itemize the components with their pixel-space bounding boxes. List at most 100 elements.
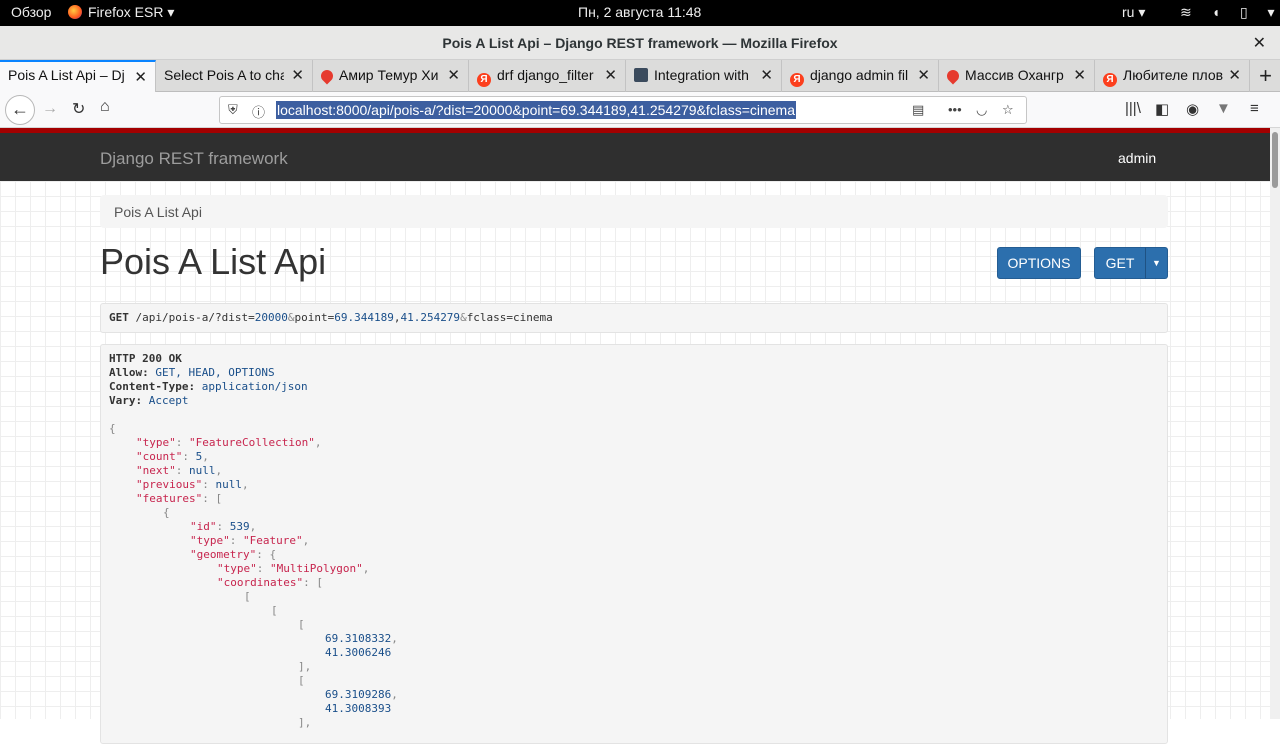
json-line-id: "id": 539, xyxy=(190,520,257,533)
drf-brand-link[interactable]: Django REST framework xyxy=(100,149,288,169)
clock[interactable]: Пн, 2 августа 11:48 xyxy=(578,4,701,20)
reader-view-icon[interactable]: ▤ xyxy=(912,102,924,118)
json-bracket: [ xyxy=(298,618,305,631)
close-icon[interactable]: ✕ xyxy=(443,66,460,84)
json-brace: { xyxy=(163,506,170,519)
request-info: GET /api/pois-a/?dist=20000 & point=69.344… xyxy=(100,303,1168,333)
json-line-features: "features": [ xyxy=(136,492,223,505)
close-icon[interactable]: ✕ xyxy=(913,66,930,84)
get-button[interactable]: GET xyxy=(1094,247,1146,279)
json-key: "type" xyxy=(136,436,176,449)
app-menu-label: Firefox ESR ▾ xyxy=(88,4,175,20)
window-close-button[interactable]: ✕ xyxy=(1253,33,1266,53)
account-icon[interactable]: ◉ xyxy=(1186,100,1199,118)
request-amp: & xyxy=(460,311,467,324)
json-coordinate-value: 41.3008393 xyxy=(325,702,392,715)
tab-drf-django-filter[interactable]: Яdrf django_filter ✕ xyxy=(469,60,626,92)
close-icon[interactable]: ✕ xyxy=(600,66,617,84)
window-title: Pois A List Api – Django REST framework … xyxy=(442,35,838,51)
json-value: null xyxy=(189,464,216,477)
close-icon[interactable]: ✕ xyxy=(1069,66,1086,84)
forward-button[interactable]: → xyxy=(42,100,58,118)
page-content: Pois A List Api Pois A List Api OPTIONS … xyxy=(0,181,1270,744)
tab-select-pois[interactable]: Select Pois A to cha ✕ xyxy=(156,60,313,92)
json-line-type: "type": "FeatureCollection", xyxy=(136,436,322,449)
json-coordinate-value: 69.3109286, xyxy=(325,688,398,701)
options-button[interactable]: OPTIONS xyxy=(997,247,1081,279)
pocket-icon[interactable]: ◡ xyxy=(976,102,987,118)
request-dist: 20000 xyxy=(254,311,288,324)
json-value: "FeatureCollection" xyxy=(189,436,315,449)
json-key: "geometry" xyxy=(190,548,257,561)
tab-integration[interactable]: Integration with ✕ xyxy=(626,60,782,92)
url-text[interactable]: localhost:8000/api/pois-a/?dist=20000&po… xyxy=(276,101,796,119)
json-line-count: "count": 5, xyxy=(136,450,209,463)
tab-lyubiteli-plova[interactable]: Я Любителе плов ✕ xyxy=(1095,60,1250,92)
close-icon[interactable]: ✕ xyxy=(756,66,773,84)
json-value: null xyxy=(215,478,242,491)
system-tray[interactable]: ≋ ◖ ▯ ▾ xyxy=(1180,4,1280,21)
scrollbar-thumb[interactable] xyxy=(1272,132,1278,188)
menu-icon[interactable]: ≡ xyxy=(1250,100,1259,117)
json-line-next: "next": null, xyxy=(136,464,223,477)
json-value: "Feature" xyxy=(243,534,303,547)
header-key: Vary: xyxy=(109,394,143,407)
breadcrumb-item[interactable]: Pois A List Api xyxy=(114,204,202,220)
tab-massiv-okhangaron[interactable]: Массив Охангр ✕ xyxy=(939,60,1095,92)
app-menu[interactable]: Firefox ESR ▾ xyxy=(68,4,174,21)
navigation-toolbar: ← → ↻ ⌂ ⛨ ⓘ localhost:8000/api/pois-a/?d… xyxy=(0,92,1280,128)
tab-label: Массив Охангр xyxy=(965,67,1064,83)
tab-amir-temur[interactable]: Амир Темур Хи ✕ xyxy=(313,60,469,92)
json-number: 69.3109286 xyxy=(325,688,392,701)
breadcrumb: Pois A List Api xyxy=(100,195,1168,228)
new-tab-button[interactable]: + xyxy=(1259,63,1272,89)
drf-navbar: Django REST framework admin xyxy=(0,133,1270,181)
info-icon[interactable]: ⓘ xyxy=(252,102,265,121)
json-close-bracket: ], xyxy=(298,716,312,729)
sidebar-icon[interactable]: ◧ xyxy=(1155,100,1169,118)
response-header-allow: Allow: GET, HEAD, OPTIONS xyxy=(109,366,275,379)
json-bracket: [ xyxy=(244,590,251,603)
shield-icon[interactable]: ⛨ xyxy=(228,102,238,118)
json-key: "previous" xyxy=(136,478,203,491)
json-coordinate-value: 69.3108332, xyxy=(325,632,398,645)
close-icon[interactable]: ✕ xyxy=(130,68,147,86)
json-bracket: [ xyxy=(215,492,223,505)
tab-pois-a-list[interactable]: Pois A List Api – Dj ✕ xyxy=(0,60,156,92)
request-point-lat: 41.254279 xyxy=(400,311,461,324)
tab-label: django admin fil xyxy=(810,67,909,83)
library-icon[interactable]: |||\ xyxy=(1125,100,1141,117)
reload-button[interactable]: ↻ xyxy=(72,99,85,119)
json-key: "type" xyxy=(190,534,230,547)
json-value: "MultiPolygon" xyxy=(270,562,363,575)
activities-button[interactable]: Обзор xyxy=(11,4,51,20)
json-bracket: [ xyxy=(298,674,305,687)
user-menu[interactable]: admin xyxy=(1118,150,1156,166)
request-fclass: fclass=cinema xyxy=(466,311,553,324)
page-actions-icon[interactable]: ••• xyxy=(948,102,962,117)
header-value: GET, HEAD, OPTIONS xyxy=(148,366,275,379)
home-button[interactable]: ⌂ xyxy=(100,98,110,116)
json-key: "next" xyxy=(136,464,176,477)
json-key: "coordinates" xyxy=(217,576,304,589)
json-bracket: [ xyxy=(271,604,278,617)
json-coordinate-value: 41.3006246 xyxy=(325,646,392,659)
close-icon[interactable]: ✕ xyxy=(1224,66,1241,84)
json-line-geometry: "geometry": { xyxy=(190,548,277,561)
header-value: application/json xyxy=(195,380,308,393)
tab-django-admin-filter[interactable]: Яdjango admin fil ✕ xyxy=(782,60,939,92)
address-bar[interactable]: ⛨ ⓘ localhost:8000/api/pois-a/?dist=2000… xyxy=(219,96,1027,124)
keyboard-layout[interactable]: ru ▾ xyxy=(1122,4,1145,21)
bookmark-star-icon[interactable]: ☆ xyxy=(1002,102,1014,118)
window-titlebar: Pois A List Api – Django REST framework … xyxy=(0,26,1280,60)
json-number: 69.3108332 xyxy=(325,632,392,645)
get-format-dropdown[interactable]: ▼ xyxy=(1145,247,1168,279)
back-button[interactable]: ← xyxy=(5,95,35,125)
response-status: HTTP 200 OK xyxy=(109,352,182,365)
tab-label: drf django_filter xyxy=(497,67,594,83)
json-line-geometry-type: "type": "MultiPolygon", xyxy=(217,562,370,575)
page-scrollbar[interactable] xyxy=(1270,128,1280,719)
extension-icon[interactable]: ▼ xyxy=(1216,100,1231,117)
json-value: 539 xyxy=(229,520,250,533)
close-icon[interactable]: ✕ xyxy=(287,66,304,84)
